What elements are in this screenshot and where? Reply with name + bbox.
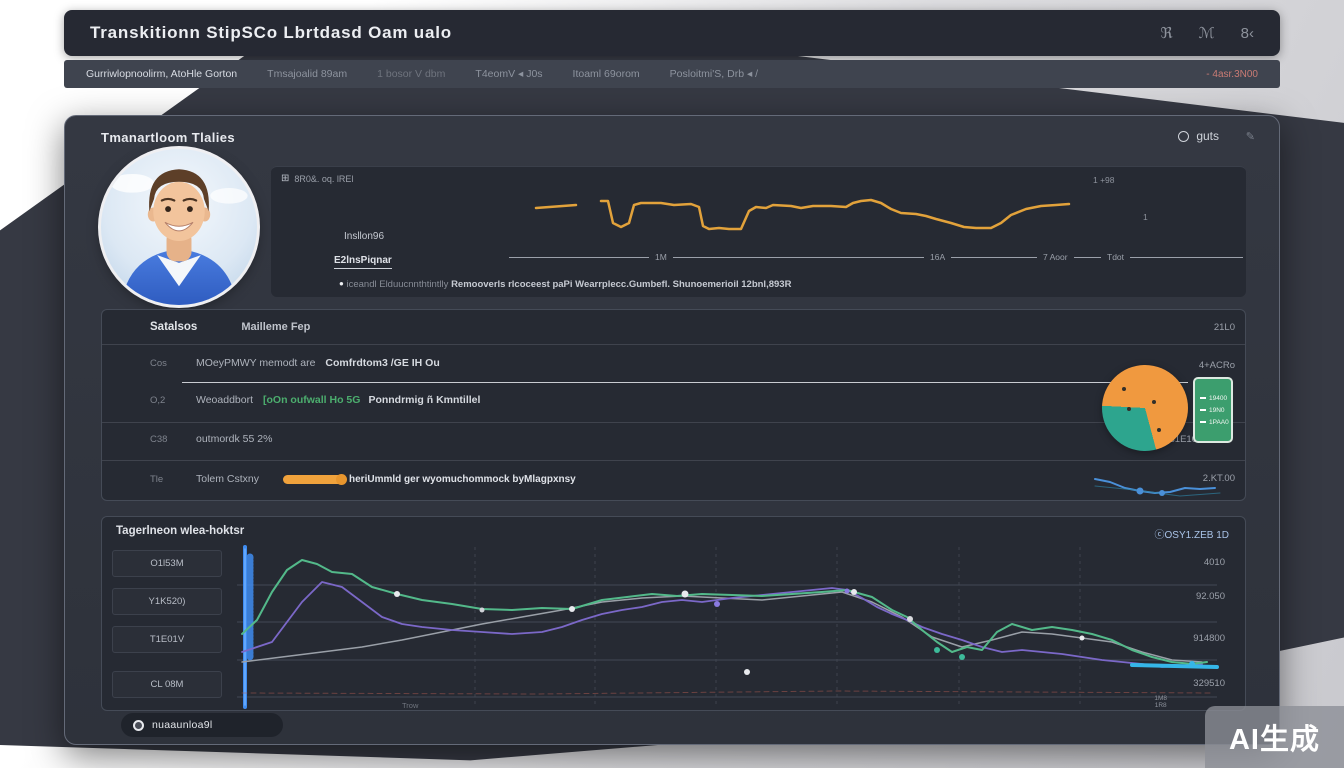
- pie-dot: [1157, 428, 1161, 432]
- blue-sparkline-chart: [1090, 472, 1240, 502]
- app-header: Transkitionn StipSCo Lbrtdasd Oam ualo ℜ…: [64, 10, 1280, 56]
- footer-label: nuaaunloa9l: [152, 719, 213, 731]
- avatar: [101, 149, 257, 305]
- progress-pill: [283, 475, 345, 484]
- divider: [102, 460, 1245, 461]
- row3-text: outmordk 55 2%: [196, 433, 272, 445]
- green-legend-box[interactable]: 19400 19N0 1PAA0: [1193, 377, 1233, 443]
- y-right-value-2: 92.050: [1196, 591, 1225, 602]
- table-row-3[interactable]: C38 outmordk 55 2%: [102, 424, 972, 454]
- table-header-col2: Mailleme Fep: [241, 321, 310, 333]
- chart-caption: ● iceandl Elduucnnthtintlly Remooverls r…: [339, 279, 791, 290]
- table-row-1[interactable]: Cos MOeyPMWY memodt are Comfrdtom3 /GE I…: [102, 348, 972, 378]
- status-control[interactable]: guts: [1178, 129, 1219, 143]
- divider: [102, 344, 1245, 345]
- dashboard-card: Tmanartloom Tlalies guts ✎: [64, 115, 1280, 745]
- y-label-button-2[interactable]: Y1K520): [112, 588, 222, 615]
- top-chart-legend: ⊞ 8R0&. oq. lREl: [281, 173, 353, 184]
- nav-item-6[interactable]: Posloitmi'S, Drb ◂ /: [670, 68, 758, 80]
- profile-icon[interactable]: 8‹: [1241, 25, 1254, 42]
- row4-text: Tolem Cstxny: [196, 473, 259, 485]
- nav-delta-value: - 4asr.3N00: [1206, 69, 1258, 80]
- y-label-button-4[interactable]: CL 08M: [112, 671, 222, 698]
- nav-item-1[interactable]: Gurriwlopnoolirm, AtoHle Gorton: [86, 68, 237, 80]
- row2-text-strong: Ponndrmig ñ Kmntillel: [368, 394, 480, 406]
- edit-icon[interactable]: ✎: [1246, 130, 1255, 143]
- row1-value: 4+ACRo: [1199, 360, 1235, 371]
- pie-dot: [1152, 400, 1156, 404]
- row2-label: O,2: [150, 395, 196, 406]
- x-axis: 1M 16A 7 Aoor Tdot: [509, 257, 1243, 258]
- avatar-illustration: [101, 149, 257, 305]
- row3-label: C38: [150, 434, 196, 445]
- record-icon: [133, 720, 144, 731]
- corner-values: 1M8 1R8: [1154, 695, 1167, 709]
- pie-dot: [1122, 387, 1126, 391]
- multi-series-line-chart: [237, 547, 1217, 707]
- series-label-1: Insllon96: [344, 231, 384, 242]
- top-chart-badge: 1 +98: [1093, 175, 1115, 185]
- legend-line-2: 19N0: [1200, 407, 1231, 414]
- caption-dim-text: iceandl Elduucnnthtintlly: [346, 279, 448, 290]
- y-right-value-1: 4010: [1204, 557, 1225, 568]
- x-tick-1: 1M: [649, 252, 673, 262]
- stats-table-panel: Satalsos Mailleme Fep Cos MOeyPMWY memod…: [101, 309, 1246, 501]
- nav-item-5[interactable]: Itoaml 69orom: [573, 68, 640, 80]
- checkbox-icon[interactable]: ⊞: [281, 173, 289, 184]
- legend-line-1: 19400: [1200, 395, 1231, 402]
- donut-chart: [1102, 365, 1188, 451]
- top-chart-tick-badge: 1: [1143, 212, 1148, 222]
- legend-line-3: 1PAA0: [1200, 419, 1231, 426]
- table-row-4[interactable]: Tle Tolem Cstxny heriUmmld ger wyomuchom…: [102, 464, 972, 494]
- y-label-button-3[interactable]: T1E01V: [112, 626, 222, 653]
- pie-dot: [1127, 407, 1131, 411]
- caption-main-text: Remooverls rlcoceest paPi Wearrplecc.Gum…: [451, 279, 791, 290]
- series-label-2[interactable]: E2lnsPiqnar: [334, 255, 392, 269]
- nav-bar: Gurriwlopnoolirm, AtoHle Gorton Tmsajoal…: [64, 60, 1280, 88]
- row1-text-strong: Comfrdtom3 /GE IH Ou: [325, 357, 439, 369]
- nav-item-4[interactable]: T4eomV ◂ J0s: [475, 68, 542, 80]
- notifications-icon[interactable]: ℜ: [1160, 24, 1172, 42]
- ring-icon: [1178, 131, 1189, 142]
- main-chart-badge[interactable]: ⓒOSY1.ZEB 1D: [1155, 526, 1229, 541]
- x-tick-3: 7 Aoor: [1037, 252, 1074, 262]
- status-label: guts: [1196, 129, 1219, 143]
- nav-item-2[interactable]: Tmsajoalid 89am: [267, 68, 347, 80]
- row2-text: Weoaddbort: [196, 394, 253, 406]
- y-right-value-4: 329510: [1193, 678, 1225, 689]
- table-row-2[interactable]: O,2 Weoaddbort [oOn oufwall Ho 5G Ponndr…: [102, 385, 972, 415]
- footer-status-pill[interactable]: nuaaunloa9l: [121, 713, 283, 737]
- x-tick-4: Tdot: [1101, 252, 1130, 262]
- table-header-row: Satalsos Mailleme Fep: [102, 310, 1245, 344]
- divider-bright: [182, 382, 1188, 383]
- main-chart-title: Tagerlneon wlea-hoktsr: [116, 525, 244, 537]
- yellow-sparkline-chart: [511, 191, 1071, 251]
- table-header-col1: Satalsos: [150, 321, 197, 333]
- divider: [102, 422, 1245, 423]
- apps-icon[interactable]: ℳ: [1199, 24, 1215, 42]
- header-icons: ℜ ℳ 8‹: [1160, 24, 1254, 42]
- top-chart-panel: ⊞ 8R0&. oq. lREl 1 +98 1 Insllon96 1M 16…: [271, 166, 1246, 297]
- nav-item-3[interactable]: 1 bosor V dbm: [377, 68, 445, 80]
- y-right-value-3: 914800: [1193, 633, 1225, 644]
- x-tick-2: 16A: [924, 252, 951, 262]
- y-label-button-1[interactable]: O1l53M: [112, 550, 222, 577]
- top-chart-legend-label: 8R0&. oq. lREl: [294, 174, 353, 184]
- main-chart-panel: Tagerlneon wlea-hoktsr ⓒOSY1.ZEB 1D O1l5…: [101, 516, 1246, 711]
- app-title: Transkitionn StipSCo Lbrtdasd Oam ualo: [90, 23, 452, 43]
- row2-text-green: [oOn oufwall Ho 5G: [263, 394, 360, 406]
- row1-label: Cos: [150, 358, 196, 369]
- caption-bullet-icon: ●: [339, 279, 344, 288]
- table-header-value: 21L0: [1214, 322, 1235, 333]
- row4-pill-label: heriUmmld ger wyomuchommock byMlagpxnsy: [349, 474, 576, 485]
- ai-watermark: AI生成: [1205, 706, 1344, 768]
- chart-note: Trow: [402, 701, 418, 710]
- row4-label: Tle: [150, 474, 196, 485]
- card-title: Tmanartloom Tlalies: [101, 130, 235, 145]
- row1-text: MOeyPMWY memodt are: [196, 357, 315, 369]
